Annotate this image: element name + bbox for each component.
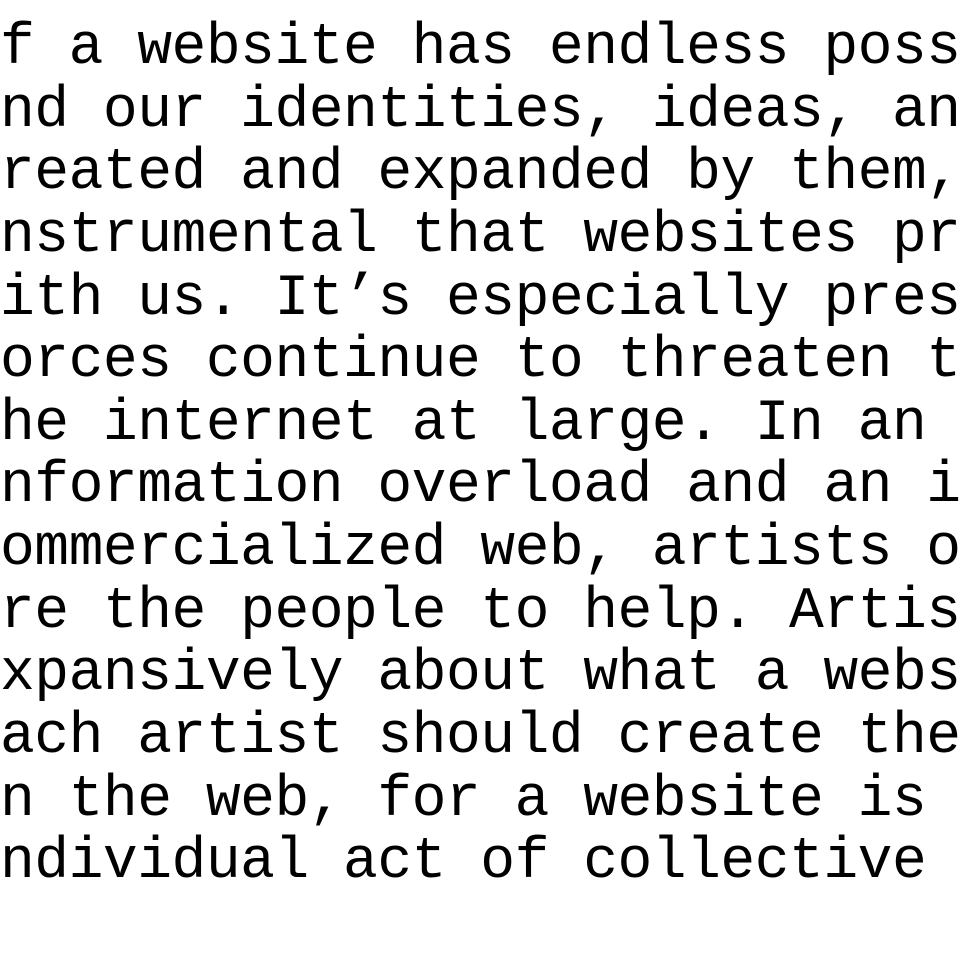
- main-content: f a website has endless possibiliti nd o…: [0, 0, 961, 961]
- article-text: f a website has endless possibiliti nd o…: [0, 18, 961, 895]
